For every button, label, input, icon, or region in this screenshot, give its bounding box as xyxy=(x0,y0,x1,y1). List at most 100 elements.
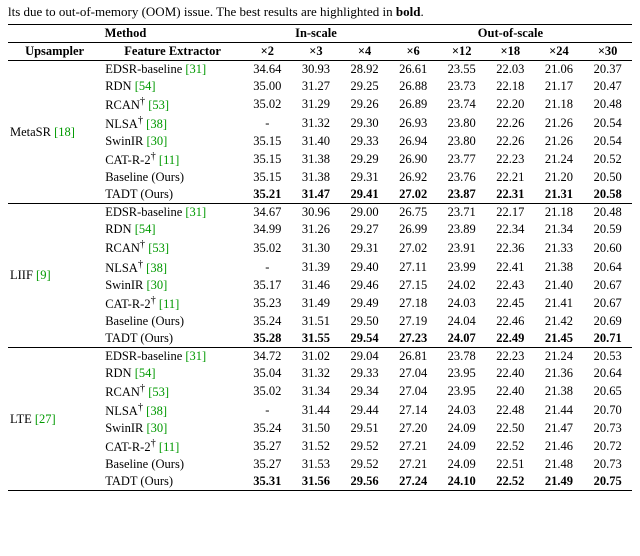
cite-link[interactable]: [30] xyxy=(147,421,168,435)
hdr-x30: ×30 xyxy=(583,43,632,61)
cite-link[interactable]: [11] xyxy=(159,153,179,167)
cell: 20.70 xyxy=(583,401,632,420)
cite-link[interactable]: [9] xyxy=(36,268,51,282)
fe-edsr: EDSR-baseline [31] xyxy=(101,61,243,79)
cell: 20.53 xyxy=(583,347,632,365)
table-row: RDN [54] 35.0431.3229.3327.0423.9522.402… xyxy=(8,365,632,382)
cite-link[interactable]: [30] xyxy=(147,134,168,148)
cell: 21.45 xyxy=(535,330,584,348)
cite-link[interactable]: [31] xyxy=(185,62,206,76)
hdr-out-scale: Out-of-scale xyxy=(389,25,632,43)
cell: 26.61 xyxy=(389,61,438,79)
fe-tadt: TADT (Ours) xyxy=(101,186,243,204)
cell: 34.67 xyxy=(243,204,292,222)
cell: 22.03 xyxy=(486,61,535,79)
hdr-x12: ×12 xyxy=(437,43,486,61)
cite-link[interactable]: [11] xyxy=(159,440,179,454)
cell: 35.24 xyxy=(243,420,292,437)
cell: 22.40 xyxy=(486,382,535,401)
cite-link[interactable]: [54] xyxy=(135,79,156,93)
cite-link[interactable]: [31] xyxy=(185,205,206,219)
cell: 22.40 xyxy=(486,365,535,382)
cite-link[interactable]: [11] xyxy=(159,297,179,311)
cite-link[interactable]: [53] xyxy=(148,385,169,399)
cite-link[interactable]: [54] xyxy=(135,222,156,236)
cell: 35.23 xyxy=(243,294,292,313)
cell: 30.93 xyxy=(292,61,341,79)
fe-edsr: EDSR-baseline [31] xyxy=(101,347,243,365)
cell: 22.50 xyxy=(486,420,535,437)
cell: 26.92 xyxy=(389,169,438,186)
fe-nlsa: NLSA† [38] xyxy=(101,258,243,277)
cell: 27.14 xyxy=(389,401,438,420)
cell: 23.87 xyxy=(437,186,486,204)
cite-link[interactable]: [54] xyxy=(135,366,156,380)
upsampler-metasr: MetaSR [18] xyxy=(8,61,101,204)
cell: 21.38 xyxy=(535,382,584,401)
table-row: RDN [54] 35.0031.2729.2526.8823.7322.182… xyxy=(8,78,632,95)
cell: 29.26 xyxy=(340,95,389,114)
cell: 23.76 xyxy=(437,169,486,186)
cell: 26.94 xyxy=(389,133,438,150)
cell: 20.59 xyxy=(583,221,632,238)
cell: 23.95 xyxy=(437,382,486,401)
cell: 29.04 xyxy=(340,347,389,365)
cell: 22.51 xyxy=(486,456,535,473)
cell: 22.26 xyxy=(486,114,535,133)
table-row: MetaSR [18] EDSR-baseline [31] 34.64 30.… xyxy=(8,61,632,79)
cell: - xyxy=(243,258,292,277)
cell: 31.38 xyxy=(292,169,341,186)
cite-link[interactable]: [18] xyxy=(54,125,75,139)
upsampler-lte: LTE [27] xyxy=(8,347,101,490)
cite-link[interactable]: [38] xyxy=(146,117,167,131)
dagger-icon: † xyxy=(151,151,156,162)
cell: 22.23 xyxy=(486,347,535,365)
cite-link[interactable]: [53] xyxy=(148,98,169,112)
cite-link[interactable]: [38] xyxy=(146,261,167,275)
caption-text: lts due to out-of-memory (OOM) issue. Th… xyxy=(8,4,396,19)
cell: 23.99 xyxy=(437,258,486,277)
hdr-x2: ×2 xyxy=(243,43,292,61)
table-row: CAT-R-2† [11] 35.1531.3829.2926.9023.772… xyxy=(8,150,632,169)
cell: 31.02 xyxy=(292,347,341,365)
cell: 20.60 xyxy=(583,238,632,257)
fe-baseline: Baseline (Ours) xyxy=(101,169,243,186)
upsampler-liif: LIIF [9] xyxy=(8,204,101,347)
cell: - xyxy=(243,401,292,420)
cell: 20.69 xyxy=(583,313,632,330)
cell: 20.58 xyxy=(583,186,632,204)
cell: 21.42 xyxy=(535,313,584,330)
cell: 29.56 xyxy=(340,473,389,491)
cell: 21.34 xyxy=(535,221,584,238)
cell: 22.52 xyxy=(486,437,535,456)
cell: 35.27 xyxy=(243,437,292,456)
cite-link[interactable]: [31] xyxy=(185,349,206,363)
cell: 22.43 xyxy=(486,277,535,294)
table-row: LTE [27] EDSR-baseline [31] 34.7231.0229… xyxy=(8,347,632,365)
cell: 21.06 xyxy=(535,61,584,79)
cell: 21.41 xyxy=(535,294,584,313)
cell: 21.24 xyxy=(535,347,584,365)
table-row: Baseline (Ours) 35.2431.5129.5027.1924.0… xyxy=(8,313,632,330)
table-row: SwinIR [30] 35.2431.5029.5127.2024.0922.… xyxy=(8,420,632,437)
cell: 35.17 xyxy=(243,277,292,294)
cell: 31.56 xyxy=(292,473,341,491)
table-row: CAT-R-2† [11] 35.2331.4929.4927.1824.032… xyxy=(8,294,632,313)
cell: 26.81 xyxy=(389,347,438,365)
cell: 20.73 xyxy=(583,420,632,437)
cell: 21.38 xyxy=(535,258,584,277)
cell: 23.95 xyxy=(437,365,486,382)
cell: 31.50 xyxy=(292,420,341,437)
cell: 22.23 xyxy=(486,150,535,169)
cite-link[interactable]: [53] xyxy=(148,242,169,256)
cite-link[interactable]: [27] xyxy=(35,412,56,426)
cell: 31.44 xyxy=(292,401,341,420)
cite-link[interactable]: [38] xyxy=(146,404,167,418)
cell: 22.20 xyxy=(486,95,535,114)
cell: 26.75 xyxy=(389,204,438,222)
cell: 35.28 xyxy=(243,330,292,348)
cell: 20.65 xyxy=(583,382,632,401)
cite-link[interactable]: [30] xyxy=(147,278,168,292)
table-row: RCAN† [53] 35.0231.3429.3427.0423.9522.4… xyxy=(8,382,632,401)
cell: 22.46 xyxy=(486,313,535,330)
